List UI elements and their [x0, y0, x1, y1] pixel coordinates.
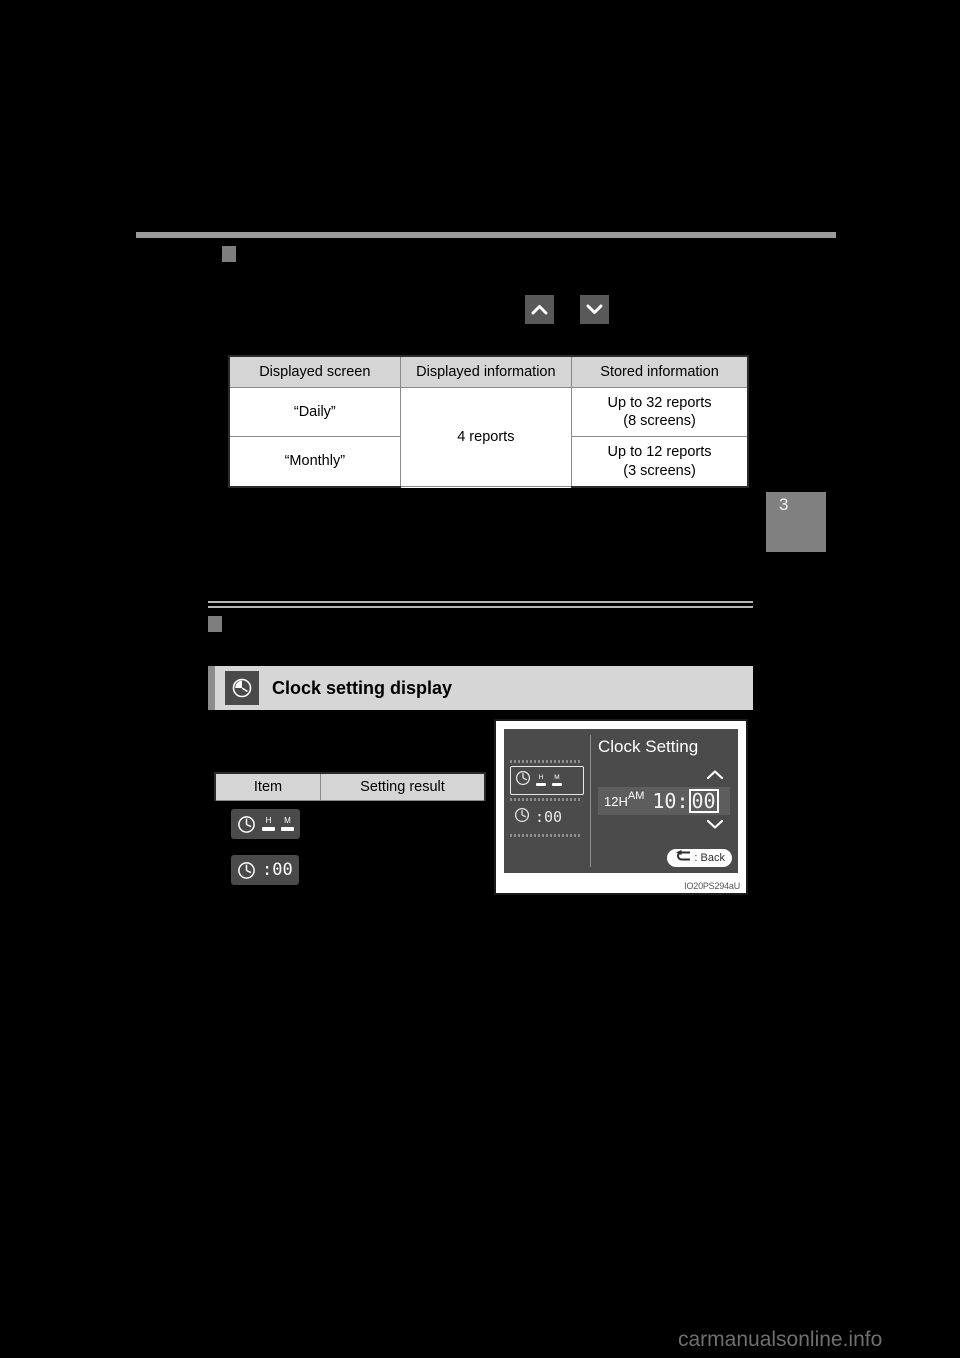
scroll-up-button[interactable] [525, 295, 554, 324]
chevron-down-icon [586, 304, 603, 315]
column-header-displayed-information: Displayed information [399, 355, 573, 389]
screen-menu-list: H M:00 [510, 757, 586, 840]
section-bullet-marker [208, 616, 222, 632]
clock-setting-title-band: Clock setting display [208, 666, 753, 710]
time-separator: : [676, 789, 689, 813]
digit-readout: :00 [535, 808, 563, 826]
table-row: :00 [215, 847, 485, 893]
back-button-label: : Back [694, 852, 725, 864]
scroll-down-button[interactable] [580, 295, 609, 324]
hour-segment-label: H [262, 817, 275, 831]
back-button[interactable]: : Back [667, 849, 732, 867]
minute-segment-label: M [281, 817, 294, 831]
cell-stored-information-monthly: Up to 12 reports (3 screens) [571, 436, 750, 488]
table-row: H M [215, 801, 485, 848]
hour-label: H [536, 775, 546, 786]
clock-digit-readout: :00 [262, 859, 293, 880]
clock-time-readout: 10:00 [652, 789, 719, 813]
clock-setting-title: Clock setting display [272, 677, 453, 698]
dotted-separator [510, 760, 582, 763]
screen-divider [590, 735, 591, 867]
band-accent-bar [208, 666, 215, 710]
manual-page: Displayed screen Displayed information S… [0, 0, 960, 1358]
menu-item-digits[interactable]: :00 [510, 804, 584, 831]
table-header-row: Displayed screen Displayed information S… [227, 355, 750, 389]
figure-caption: IO20PS294aU [684, 881, 740, 891]
hour-minute-group: H M [536, 775, 562, 786]
column-header-stored-information: Stored information [571, 355, 750, 389]
chevron-up-icon [531, 304, 548, 315]
dotted-separator [510, 834, 582, 837]
minute-label: M [552, 775, 562, 786]
table-header-row: Item Setting result [214, 772, 486, 801]
stored-line-1: Up to 32 reports [607, 395, 712, 412]
eco-report-table: Displayed screen Displayed information S… [227, 355, 750, 488]
site-watermark: carmanualsonline.info [678, 1328, 883, 1351]
rule-line-top [208, 601, 753, 603]
cell-displayed-screen-monthly: “Monthly” [227, 436, 401, 488]
rule-line-bottom [208, 606, 753, 608]
cell-item-hour-minute: H M [215, 801, 321, 848]
chapter-tab: 3 [766, 492, 826, 552]
column-header-setting-result: Setting result [320, 772, 486, 801]
section-rule-double [208, 601, 753, 609]
column-header-displayed-screen: Displayed screen [227, 355, 401, 389]
cell-item-digits: :00 [215, 847, 321, 893]
stored-line-2: (8 screens) [623, 413, 696, 430]
clock-setting-icon [225, 671, 259, 705]
section-bullet-marker [222, 246, 236, 262]
screen-title: Clock Setting [598, 737, 699, 756]
clock-icon [515, 770, 531, 791]
stored-line-1: Up to 12 reports [607, 444, 712, 461]
clock-format-label[interactable]: 12H [604, 794, 628, 809]
cell-displayed-screen-daily: “Daily” [227, 387, 401, 438]
cell-displayed-information: 4 reports [399, 387, 573, 488]
minutes-value[interactable]: 00 [688, 789, 719, 813]
clock-item-table: Item Setting result H M:00 [214, 772, 486, 893]
cell-setting-result-1 [321, 801, 486, 848]
menu-item-hour-minute[interactable]: H M [510, 766, 584, 795]
return-arrow-icon [674, 849, 691, 867]
clock-setting-screen: H M:00 Clock Setting 12H AM 10: 00: B… [504, 729, 738, 873]
clock-hour-minute-icon: H M [231, 809, 300, 839]
meridiem-label[interactable]: AM [628, 790, 645, 802]
stored-line-2: (3 screens) [623, 462, 696, 479]
hours-value[interactable]: 10 [652, 791, 676, 811]
caret-up-icon[interactable] [706, 767, 724, 785]
table-row: “Daily” 4 reports Up to 32 reports (8 sc… [227, 387, 750, 488]
dotted-separator [510, 798, 582, 801]
clock-setting-figure: H M:00 Clock Setting 12H AM 10: 00: B… [494, 719, 748, 895]
chapter-number: 3 [779, 495, 789, 514]
clock-digits-icon: :00 [231, 855, 299, 885]
section-rule-top [136, 232, 836, 238]
clock-icon [514, 807, 530, 828]
cell-stored-information-daily: Up to 32 reports (8 screens) [571, 387, 750, 438]
caret-down-icon[interactable] [706, 817, 724, 835]
column-header-item: Item [214, 772, 321, 801]
cell-setting-result-2 [321, 847, 486, 893]
time-setting-bar: 12H AM 10:00 [598, 787, 730, 815]
